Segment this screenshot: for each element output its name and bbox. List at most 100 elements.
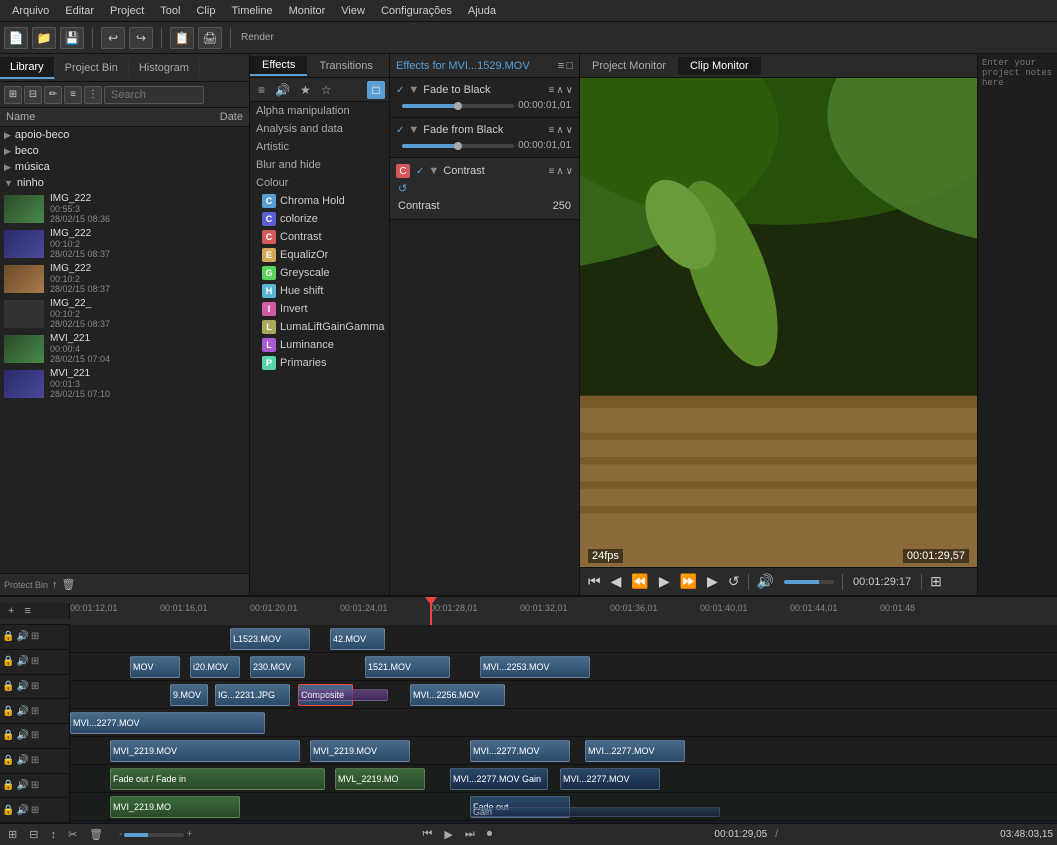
category-blur[interactable]: Blur and hide [250,156,389,174]
clip-2256[interactable]: MVI...2256.MOV [410,684,505,706]
effect-greyscale[interactable]: G Greyscale [250,264,389,282]
menu-ajuda[interactable]: Ajuda [460,3,504,19]
audio-icon[interactable]: 🔊 [16,681,28,692]
menu-arquivo[interactable]: Arquivo [4,3,57,19]
new-button[interactable]: 📄 [4,27,28,49]
tl-delete-button[interactable]: 🗑 [85,826,107,843]
eff-box-btn[interactable]: □ [367,81,385,99]
copy-button[interactable]: 📋 [170,27,194,49]
expand-icon[interactable]: ⊞ [31,730,39,741]
enable-toggle[interactable]: ✓ [416,166,424,177]
print-button[interactable]: 🖨 [198,27,222,49]
clip-2231[interactable]: IG...2231.JPG [215,684,290,706]
clip-2219-audio[interactable]: MVL_2219.MO [335,768,425,790]
audio-icon[interactable]: 🔊 [16,656,28,667]
open-button[interactable]: 📁 [32,27,56,49]
clip-230[interactable]: 230.MOV [250,656,305,678]
category-alpha[interactable]: Alpha manipulation [250,102,389,120]
tl-cut-button[interactable]: ✂ [64,826,81,843]
tab-transitions[interactable]: Transitions [307,57,384,75]
effect-lumalift[interactable]: L LumaLiftGainGamma [250,318,389,336]
clip-2277-gain[interactable]: MVI...2277.MOV Gain [450,768,548,790]
fade-from-black-slider[interactable] [402,144,514,148]
effect-invert[interactable]: I Invert [250,300,389,318]
enable-toggle[interactable]: ✓ [396,125,404,136]
more-button[interactable]: ⋮ [84,86,102,104]
notes-textarea[interactable] [982,58,1053,591]
clip-2219-audio2[interactable]: MVI_2219.MO [110,796,240,818]
edit-button[interactable]: ✏ [44,86,62,104]
menu-project[interactable]: Project [102,3,152,19]
clip-i20[interactable]: i20.MOV [190,656,240,678]
tl-prev-button[interactable]: ⏮ [418,826,436,843]
folder-apoio-beco[interactable]: ▶ apoio-beco [0,127,249,143]
tl-add-button[interactable]: + [4,603,18,619]
clip-42[interactable]: 42.MOV [330,628,385,650]
rewind-button[interactable]: ⏪ [627,571,652,592]
tl-next-button[interactable]: ⏭ [461,826,479,843]
loop-button[interactable]: ↺ [724,571,744,592]
zoom-plus-icon[interactable]: + [186,829,192,840]
clip-mov[interactable]: MOV [130,656,180,678]
effect-colorize[interactable]: C colorize [250,210,389,228]
effect-hue-shift[interactable]: H Hue shift [250,282,389,300]
menu-tool[interactable]: Tool [152,3,188,19]
effect-chroma-hold[interactable]: C Chroma Hold [250,192,389,210]
volume-button[interactable]: 🔊 [753,571,778,592]
contrast-reset-icon[interactable]: ↺ [398,183,407,195]
undo-button[interactable]: ↩ [101,27,125,49]
menu-view[interactable]: View [333,3,373,19]
clip-2219-1[interactable]: MVI_2219.MOV [110,740,300,762]
view-grid-button[interactable]: ⊞ [4,86,22,104]
playhead[interactable] [430,597,432,625]
settings-icon[interactable]: ≡ [549,125,555,136]
list-item[interactable]: IMG_222 00:10:2 28/02/15 08:37 [0,226,249,261]
clip-fade-audio[interactable]: Fade out / Fade in [110,768,325,790]
view-list-button[interactable]: ⊟ [24,86,42,104]
category-analysis[interactable]: Analysis and data [250,120,389,138]
list-item[interactable]: MVI_221 00:00:4 28/02/15 07:04 [0,331,249,366]
effect-settings-close-btn[interactable]: □ [566,60,573,72]
clip-1521[interactable]: 1521.MOV [365,656,450,678]
play-button[interactable]: ▶ [655,571,674,592]
fullscreen-button[interactable]: ⊞ [926,571,946,592]
expand-icon[interactable]: ⊞ [31,780,39,791]
menu-monitor[interactable]: Monitor [281,3,334,19]
folder-musica[interactable]: ▶ música [0,159,249,175]
list-item[interactable]: IMG_22_ 00:10:2 28/02/15 08:37 [0,296,249,331]
skip-back-button[interactable]: ⏮ [584,571,605,592]
effect-luminance[interactable]: L Luminance [250,336,389,354]
tab-clip-monitor[interactable]: Clip Monitor [678,57,761,75]
menu-clip[interactable]: Clip [188,3,223,19]
lock-icon[interactable]: 🔒 [2,656,14,667]
volume-slider[interactable] [784,580,834,584]
list-item[interactable]: IMG_222 00:10:2 28/02/15 08:37 [0,261,249,296]
expand-icon[interactable]: ⊞ [31,631,39,642]
audio-icon[interactable]: 🔊 [16,805,28,816]
eff-menu-btn[interactable]: ≡ [254,81,269,99]
lock-icon[interactable]: 🔒 [2,681,14,692]
tl-remove-track-button[interactable]: ⊟ [25,826,42,843]
eff-star-btn[interactable]: ☆ [317,81,336,99]
expand-icon[interactable]: ⊞ [31,681,39,692]
clip-9mov[interactable]: 9.MOV [170,684,208,706]
prev-frame-button[interactable]: ◀ [607,571,626,592]
next-frame-button[interactable]: ▶ [703,571,722,592]
search-input[interactable] [104,86,204,104]
audio-icon[interactable]: 🔊 [16,780,28,791]
clip-2219-2[interactable]: MVI_2219.MOV [310,740,410,762]
lock-icon[interactable]: 🔒 [2,780,14,791]
lock-icon[interactable]: 🔒 [2,755,14,766]
audio-icon[interactable]: 🔊 [16,631,28,642]
tl-play-button[interactable]: ▶ [440,826,456,843]
expand-icon[interactable]: ⊞ [31,805,39,816]
fast-forward-button[interactable]: ⏩ [676,571,701,592]
tab-histogram[interactable]: Histogram [129,58,200,78]
lock-icon[interactable]: 🔒 [2,730,14,741]
category-colour[interactable]: Colour [250,174,389,192]
zoom-slider[interactable] [124,833,184,837]
lock-icon[interactable]: 🔒 [2,805,14,816]
eff-fav-btn[interactable]: ★ [296,81,315,99]
clip-2277-v0-1[interactable]: MVI...2277.MOV [470,740,570,762]
list-item[interactable]: IMG_222 00:55:3 28/02/15 08:36 [0,191,249,226]
